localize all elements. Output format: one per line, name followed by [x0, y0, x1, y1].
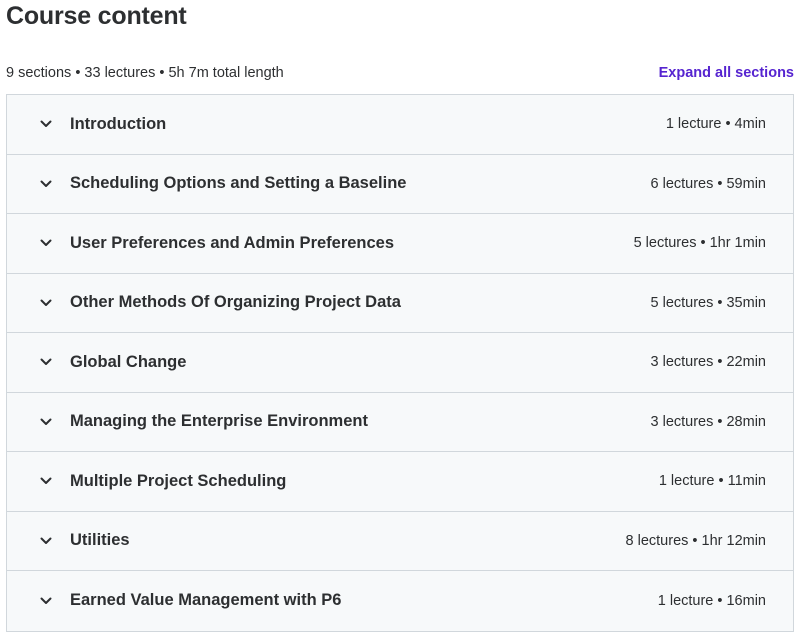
chevron-down-icon[interactable]: [39, 594, 53, 608]
section-title: Earned Value Management with P6: [70, 591, 342, 610]
chevron-down-icon[interactable]: [39, 355, 53, 369]
section-meta: 3 lectures • 28min: [650, 413, 767, 430]
section-row[interactable]: Earned Value Management with P6 1 lecture…: [7, 571, 793, 631]
chevron-down-icon[interactable]: [39, 534, 53, 548]
section-title: Scheduling Options and Setting a Baselin…: [70, 174, 407, 193]
section-title: Managing the Enterprise Environment: [70, 412, 368, 431]
section-row[interactable]: Introduction 1 lecture • 4min: [7, 95, 793, 155]
section-meta: 3 lectures • 22min: [650, 354, 767, 371]
section-row[interactable]: Scheduling Options and Setting a Baselin…: [7, 154, 793, 214]
section-title: Other Methods Of Organizing Project Data: [70, 293, 401, 312]
section-title: Utilities: [70, 531, 130, 550]
section-row[interactable]: User Preferences and Admin Preferences 5 …: [7, 214, 793, 274]
section-meta: 6 lectures • 59min: [650, 175, 767, 192]
chevron-down-icon[interactable]: [39, 296, 53, 310]
section-meta: 5 lectures • 35min: [650, 294, 767, 311]
chevron-down-icon[interactable]: [39, 415, 53, 429]
section-title: User Preferences and Admin Preferences: [70, 233, 395, 252]
section-row[interactable]: Managing the Enterprise Environment 3 lec…: [7, 392, 793, 452]
section-title: Multiple Project Scheduling: [70, 471, 287, 490]
section-row[interactable]: Utilities 8 lectures • 1hr 12min: [7, 511, 793, 571]
section-list: Introduction 1 lecture • 4min Scheduling O…: [6, 94, 794, 632]
chevron-down-icon[interactable]: [39, 117, 53, 131]
section-meta: 1 lecture • 4min: [665, 116, 766, 133]
section-meta: 1 lecture • 11min: [658, 473, 766, 490]
section-row[interactable]: Multiple Project Scheduling 1 lecture • 1…: [7, 452, 793, 512]
section-meta: 8 lectures • 1hr 12min: [625, 532, 766, 549]
chevron-down-icon[interactable]: [39, 236, 53, 250]
chevron-down-icon[interactable]: [39, 474, 53, 488]
expand-all-sections-button[interactable]: Expand all sections: [659, 65, 794, 81]
chevron-down-icon[interactable]: [39, 177, 53, 191]
section-meta: 1 lecture • 16min: [657, 592, 766, 609]
section-title: Global Change: [70, 352, 187, 371]
section-row[interactable]: Other Methods Of Organizing Project Data…: [7, 273, 793, 333]
section-meta: 5 lectures • 1hr 1min: [633, 235, 766, 252]
section-row[interactable]: Global Change 3 lectures • 22min: [7, 333, 793, 393]
section-title: Introduction: [70, 114, 167, 133]
course-summary: 9 sections • 33 lectures • 5h 7m total l…: [6, 65, 284, 81]
course-content-panel: Course content 9 sections • 33 lectures …: [0, 0, 798, 635]
summary-row: 9 sections • 33 lectures • 5h 7m total l…: [6, 62, 794, 84]
page-title: Course content: [6, 2, 187, 30]
